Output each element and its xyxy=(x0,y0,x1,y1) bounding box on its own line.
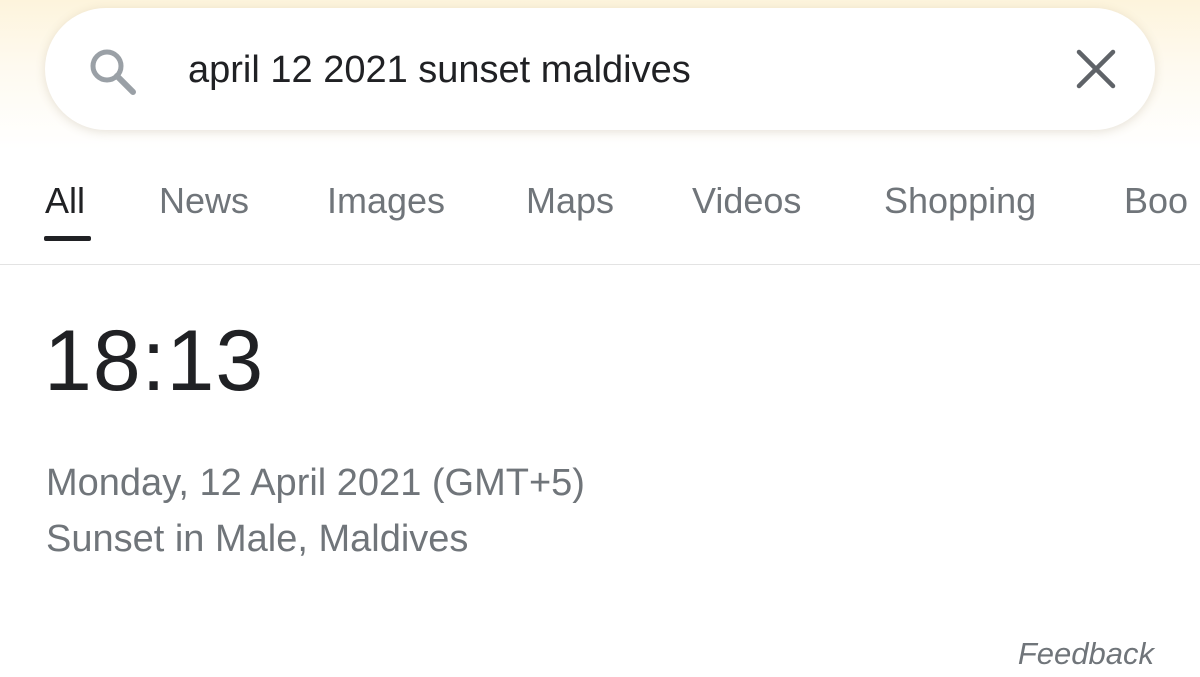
sunset-location: Sunset in Male, Maldives xyxy=(46,518,469,560)
close-icon[interactable] xyxy=(1074,47,1118,91)
tab-books[interactable]: Boo xyxy=(1124,180,1188,222)
active-tab-indicator xyxy=(44,236,91,241)
tab-images[interactable]: Images xyxy=(327,180,445,222)
tab-shopping[interactable]: Shopping xyxy=(884,180,1036,222)
tab-all[interactable]: All xyxy=(45,180,85,222)
search-input[interactable] xyxy=(188,44,1048,96)
feedback-link[interactable]: Feedback xyxy=(1018,636,1154,672)
sunset-date: Monday, 12 April 2021 (GMT+5) xyxy=(46,462,585,504)
tab-maps[interactable]: Maps xyxy=(526,180,614,222)
search-results-page: All News Images Maps Videos Shopping Boo… xyxy=(0,0,1200,677)
search-icon[interactable] xyxy=(85,44,141,100)
sunset-time: 18:13 xyxy=(44,313,265,409)
tab-news[interactable]: News xyxy=(159,180,249,222)
tab-videos[interactable]: Videos xyxy=(692,180,801,222)
search-tabs: All News Images Maps Videos Shopping Boo xyxy=(0,150,1200,265)
